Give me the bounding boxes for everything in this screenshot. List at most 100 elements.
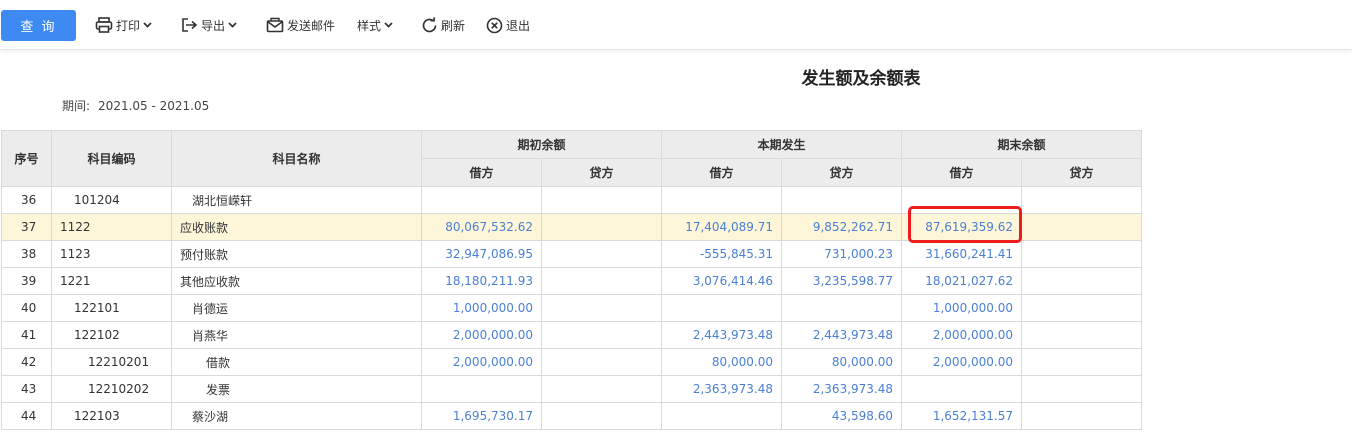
table-cell-closing-debit: 2,000,000.00	[901, 321, 1022, 349]
toolbar: 查 询 打印 导出 发送邮件 样式 刷新 退出	[0, 0, 1352, 50]
header-name[interactable]: 科目名称	[171, 130, 422, 187]
table-cell-closing-debit: 1,652,131.57	[901, 402, 1022, 430]
refresh-icon	[422, 16, 437, 32]
table-row[interactable]: 40 122101 肖德运 1,000,000.00 1,000,000.00	[1, 294, 1142, 322]
table-cell-name: 湖北恒嵘轩	[171, 186, 422, 214]
table-cell-code: 122101	[51, 294, 172, 322]
table-body: 36 101204 湖北恒嵘轩 37 1122 应收账款 80,067,532.62 17,4…	[1, 186, 1142, 430]
table-cell-opening-debit	[421, 186, 542, 214]
table-cell-opening-credit	[541, 213, 662, 241]
export-icon	[182, 18, 198, 32]
table-cell-name: 肖燕华	[171, 321, 422, 349]
header-code[interactable]: 科目编码	[51, 130, 172, 187]
exit-label: 退出	[506, 18, 531, 33]
table-cell-opening-debit: 1,000,000.00	[421, 294, 542, 322]
table-cell-name: 肖德运	[171, 294, 422, 322]
table-cell-opening-credit	[541, 186, 662, 214]
table-cell-closing-credit	[1021, 213, 1142, 241]
table-cell-opening-credit	[541, 294, 662, 322]
table-cell-seq: 39	[1, 267, 52, 295]
header-period-debit[interactable]: 借方	[661, 158, 782, 187]
table-cell-period-credit: 9,852,262.71	[781, 213, 902, 241]
table-cell-period-credit	[781, 186, 902, 214]
table-cell-period-credit: 2,363,973.48	[781, 375, 902, 403]
refresh-label: 刷新	[441, 18, 466, 33]
header-closing-debit[interactable]: 借方	[901, 158, 1022, 187]
table-cell-period-debit: 17,404,089.71	[661, 213, 782, 241]
table-cell-code: 1122	[51, 213, 172, 241]
table-cell-period-credit: 43,598.60	[781, 402, 902, 430]
table-cell-closing-credit	[1021, 294, 1142, 322]
header-opening-credit[interactable]: 贷方	[541, 158, 662, 187]
query-button[interactable]: 查 询	[1, 10, 76, 41]
table-cell-period-debit	[661, 402, 782, 430]
table-cell-opening-debit: 2,000,000.00	[421, 321, 542, 349]
balance-table: 序号 科目编码 科目名称 期初余额 本期发生 期末余额 借方 贷方 借方 贷方 …	[1, 130, 1142, 430]
period-value: 2021.05 - 2021.05	[98, 99, 210, 113]
close-circle-icon	[486, 17, 503, 33]
table-cell-code: 12210201	[51, 348, 172, 376]
table-cell-code: 101204	[51, 186, 172, 214]
table-cell-closing-credit	[1021, 240, 1142, 268]
table-cell-closing-debit: 2,000,000.00	[901, 348, 1022, 376]
header-opening-debit[interactable]: 借方	[421, 158, 542, 187]
exit-button[interactable]: 退出	[486, 15, 530, 35]
table-cell-seq: 37	[1, 213, 52, 241]
table-cell-closing-debit: 31,660,241.41	[901, 240, 1022, 268]
table-row[interactable]: 36 101204 湖北恒嵘轩	[1, 186, 1142, 214]
table-cell-closing-credit	[1021, 321, 1142, 349]
table-row[interactable]: 41 122102 肖燕华 2,000,000.00 2,443,973.48 2,443…	[1, 321, 1142, 349]
table-cell-period-credit: 731,000.23	[781, 240, 902, 268]
table-cell-opening-credit	[541, 402, 662, 430]
refresh-button[interactable]: 刷新	[421, 15, 465, 35]
period-label: 期间:	[62, 99, 91, 113]
table-cell-period-debit: 80,000.00	[661, 348, 782, 376]
header-period-credit[interactable]: 贷方	[781, 158, 902, 187]
table-cell-code: 12210202	[51, 375, 172, 403]
header-closing: 期末余额	[901, 130, 1142, 159]
table-row[interactable]: 39 1221 其他应收款 18,180,211.93 3,076,414.46 3,23…	[1, 267, 1142, 295]
table-row[interactable]: 37 1122 应收账款 80,067,532.62 17,404,089.71 9,85…	[1, 213, 1142, 241]
printer-icon	[95, 17, 113, 33]
table-cell-seq: 36	[1, 186, 52, 214]
table-cell-closing-debit	[901, 186, 1022, 214]
export-menu[interactable]: 导出	[181, 15, 237, 35]
table-cell-closing-debit: 87,619,359.62	[901, 213, 1022, 241]
table-cell-name: 其他应收款	[171, 267, 422, 295]
table-cell-code: 122103	[51, 402, 172, 430]
style-label: 样式	[357, 18, 382, 33]
table-cell-period-credit: 3,235,598.77	[781, 267, 902, 295]
header-seq[interactable]: 序号	[1, 130, 52, 187]
table-cell-code: 1123	[51, 240, 172, 268]
send-email-button[interactable]: 发送邮件	[266, 15, 335, 35]
table-row[interactable]: 43 12210202 发票 2,363,973.48 2,363,973.48	[1, 375, 1142, 403]
period-info: 期间: 2021.05 - 2021.05	[62, 97, 209, 114]
table-cell-period-debit: 2,443,973.48	[661, 321, 782, 349]
style-menu[interactable]: 样式	[357, 15, 393, 35]
table-row[interactable]: 38 1123 预付账款 32,947,086.95 -555,845.31 731,00…	[1, 240, 1142, 268]
table-cell-closing-credit	[1021, 348, 1142, 376]
table-cell-opening-credit	[541, 321, 662, 349]
table-cell-opening-credit	[541, 375, 662, 403]
table-cell-seq: 38	[1, 240, 52, 268]
table-cell-name: 预付账款	[171, 240, 422, 268]
table-cell-closing-credit	[1021, 375, 1142, 403]
header-period: 本期发生	[661, 130, 902, 159]
table-cell-closing-debit	[901, 375, 1022, 403]
table-cell-closing-credit	[1021, 402, 1142, 430]
table-cell-closing-credit	[1021, 186, 1142, 214]
table-cell-name: 借款	[171, 348, 422, 376]
table-cell-name: 应收账款	[171, 213, 422, 241]
table-cell-seq: 41	[1, 321, 52, 349]
table-cell-opening-credit	[541, 267, 662, 295]
header-opening: 期初余额	[421, 130, 662, 159]
print-label: 打印	[116, 18, 141, 33]
table-cell-opening-credit	[541, 348, 662, 376]
chevron-down-icon	[384, 22, 393, 28]
table-row[interactable]: 42 12210201 借款 2,000,000.00 80,000.00 80,000.…	[1, 348, 1142, 376]
report-title: 发生额及余额表	[801, 69, 921, 89]
table-cell-opening-debit: 2,000,000.00	[421, 348, 542, 376]
table-row[interactable]: 44 122103 蔡沙湖 1,695,730.17 43,598.60 1,652,13…	[1, 402, 1142, 430]
print-menu[interactable]: 打印	[95, 15, 152, 35]
header-closing-credit[interactable]: 贷方	[1021, 158, 1142, 187]
